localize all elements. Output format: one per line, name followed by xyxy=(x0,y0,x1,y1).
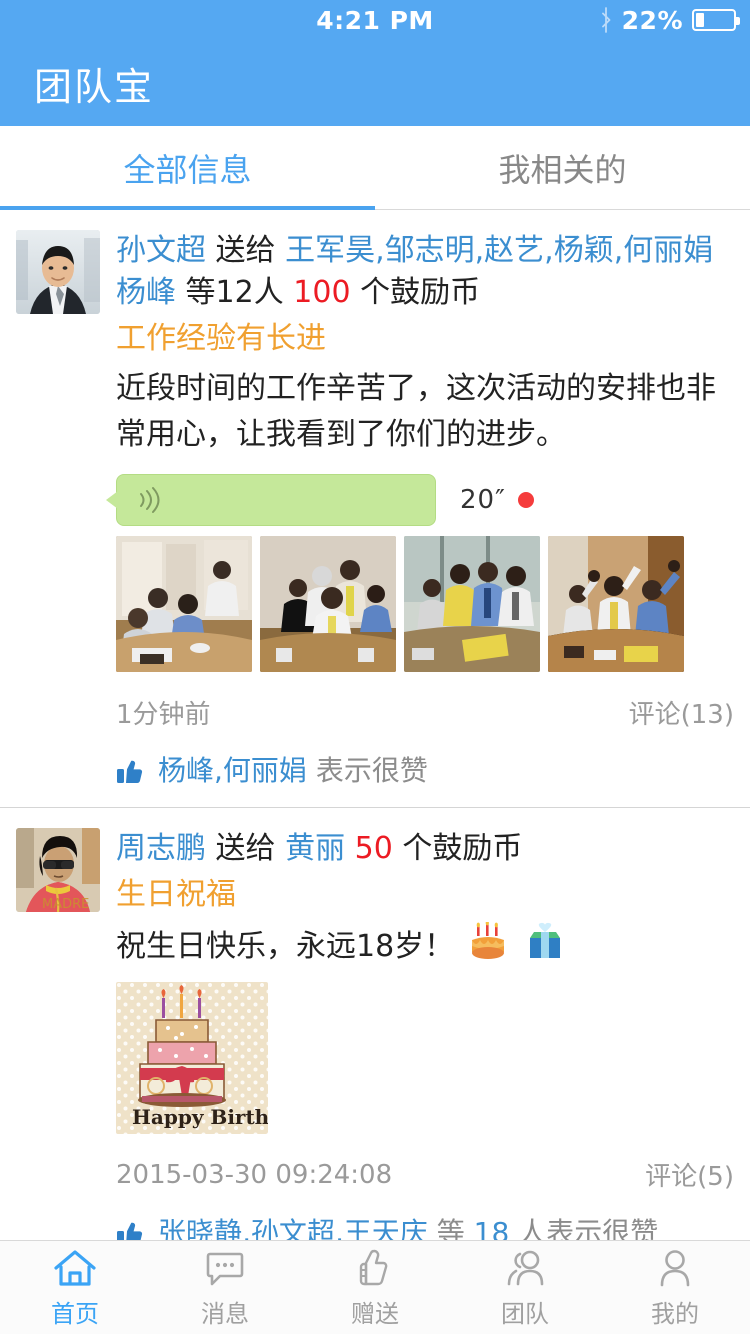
birthday-card-image[interactable]: Happy Birthday xyxy=(116,982,268,1134)
nav-item-profile[interactable]: 我的 xyxy=(600,1241,750,1334)
post-meta: 2015-03-30 09:24:08 评论(5) xyxy=(116,1156,734,1193)
photo-thumbnail[interactable] xyxy=(548,536,684,672)
battery-icon xyxy=(692,9,740,31)
voice-duration: 20″ xyxy=(460,485,506,515)
tab-bar: 全部信息 我相关的 xyxy=(0,126,750,210)
post-sender[interactable]: 孙文超 xyxy=(116,233,206,268)
home-icon xyxy=(54,1250,96,1286)
post-likes-row[interactable]: 杨峰,何丽娟 表示很赞 xyxy=(116,753,734,795)
page-title: 团队宝 xyxy=(34,64,155,109)
person-icon xyxy=(660,1250,690,1287)
thumbs-up-icon xyxy=(117,760,143,784)
post-likers[interactable]: 张晓静,孙文超,王天庆 xyxy=(158,1216,428,1240)
tab-related-to-me-label: 我相关的 xyxy=(498,151,627,189)
post-likes-text: 杨峰,何丽娟 表示很赞 xyxy=(158,753,428,789)
status-bar: 4:21 PM 22% xyxy=(0,0,750,40)
post-unit: 个鼓励币 xyxy=(360,275,481,310)
nav-item-home[interactable]: 首页 xyxy=(0,1241,150,1334)
photo-thumbnail[interactable] xyxy=(116,536,252,672)
tab-all-messages-label: 全部信息 xyxy=(123,151,252,189)
post-recipients[interactable]: 黄丽 xyxy=(285,831,345,866)
photo-grid[interactable] xyxy=(116,536,734,672)
app-header: 团队宝 xyxy=(0,40,750,126)
post-timestamp: 2015-03-30 09:24:08 xyxy=(116,1159,393,1190)
svg-text:Happy Birthday: Happy Birthday xyxy=(132,1105,268,1129)
bottom-navigation: 首页 消息 赠送 团队 我的 xyxy=(0,1240,750,1334)
post-likes-suffix: 表示很赞 xyxy=(315,754,428,787)
post-subject: 生日祝福 xyxy=(116,877,236,912)
gift-box-emoji xyxy=(530,922,561,958)
post-comments-link[interactable]: 评论(5) xyxy=(645,1156,734,1193)
voice-bubble[interactable] xyxy=(106,474,436,526)
nav-item-messages-label: 消息 xyxy=(201,1300,249,1328)
nav-item-team-label: 团队 xyxy=(501,1300,549,1328)
post-verb: 送给 xyxy=(215,233,276,268)
status-bar-indicators: 22% xyxy=(599,0,740,40)
thumbs-up-icon xyxy=(117,1222,143,1240)
post-amount: 100 xyxy=(293,275,351,310)
post-likers[interactable]: 杨峰,何丽娟 xyxy=(158,754,307,787)
post-content: 近段时间的工作辛苦了，这次活动的安排也非常用心，让我看到了你们的进步。 xyxy=(116,371,716,452)
nav-item-gift[interactable]: 赠送 xyxy=(300,1241,450,1334)
feed-list[interactable]: 孙文超 送给 王军昊,邹志明,赵艺,杨颖,何丽娟杨峰 等12人 100 个鼓励币… xyxy=(0,210,750,1240)
nav-item-home-label: 首页 xyxy=(51,1300,99,1328)
post-others: 等12人 xyxy=(185,275,284,310)
post-likes-mid: 等 xyxy=(436,1216,465,1240)
bluetooth-icon xyxy=(601,7,611,33)
feed-post[interactable]: 孙文超 送给 王军昊,邹志明,赵艺,杨颖,何丽娟杨峰 等12人 100 个鼓励币… xyxy=(0,210,750,807)
voice-message[interactable]: 20″ xyxy=(106,474,734,526)
post-verb: 送给 xyxy=(215,831,276,866)
post-comments-link[interactable]: 评论(13) xyxy=(629,694,734,731)
svg-text:MADRE: MADRE xyxy=(42,897,89,912)
post-amount: 50 xyxy=(354,831,393,866)
thumbs-up-icon xyxy=(359,1249,388,1286)
people-icon xyxy=(507,1250,544,1286)
photo-thumbnail[interactable] xyxy=(260,536,396,672)
post-sender[interactable]: 周志鹏 xyxy=(116,831,206,866)
post-content-row: 祝生日快乐，永远18岁！ xyxy=(116,922,734,970)
nav-item-gift-label: 赠送 xyxy=(351,1300,399,1328)
post-likes-count: 18 xyxy=(473,1216,510,1240)
tab-related-to-me[interactable]: 我相关的 xyxy=(375,126,750,210)
post-meta: 1分钟前 评论(13) xyxy=(116,694,734,731)
post-headline: 周志鹏 送给 黄丽 50 个鼓励币 xyxy=(116,828,734,870)
post-headline: 孙文超 送给 王军昊,邹志明,赵艺,杨颖,何丽娟杨峰 等12人 100 个鼓励币 xyxy=(116,230,734,314)
nav-item-profile-label: 我的 xyxy=(651,1300,699,1328)
post-content: 祝生日快乐，永远18岁！ xyxy=(116,929,455,964)
chat-bubble-icon xyxy=(206,1252,244,1286)
photo-thumbnail[interactable] xyxy=(404,536,540,672)
post-likes-text: 张晓静,孙文超,王天庆 等 18 人表示很赞 xyxy=(158,1215,658,1240)
birthday-cake-emoji xyxy=(471,922,504,959)
nav-item-messages[interactable]: 消息 xyxy=(150,1241,300,1334)
nav-item-team[interactable]: 团队 xyxy=(450,1241,600,1334)
battery-percent-label: 22% xyxy=(621,5,683,35)
post-likes-row[interactable]: 张晓静,孙文超,王天庆 等 18 人表示很赞 xyxy=(116,1215,734,1240)
tab-all-messages[interactable]: 全部信息 xyxy=(0,126,375,210)
status-bar-time: 4:21 PM xyxy=(316,5,434,35)
post-timestamp: 1分钟前 xyxy=(116,700,211,730)
voice-unread-dot xyxy=(517,492,534,508)
feed-post[interactable]: MADRE 周志鹏 送给 黄丽 50 个鼓励币 生日祝福 祝生日快乐，永远18岁… xyxy=(0,807,750,1240)
post-unit: 个鼓励币 xyxy=(402,831,523,866)
post-likes-suffix: 人表示很赞 xyxy=(518,1216,659,1240)
sound-wave-icon xyxy=(140,487,160,513)
avatar[interactable] xyxy=(16,230,100,314)
post-subject: 工作经验有长进 xyxy=(116,321,326,356)
avatar[interactable]: MADRE xyxy=(16,828,100,912)
